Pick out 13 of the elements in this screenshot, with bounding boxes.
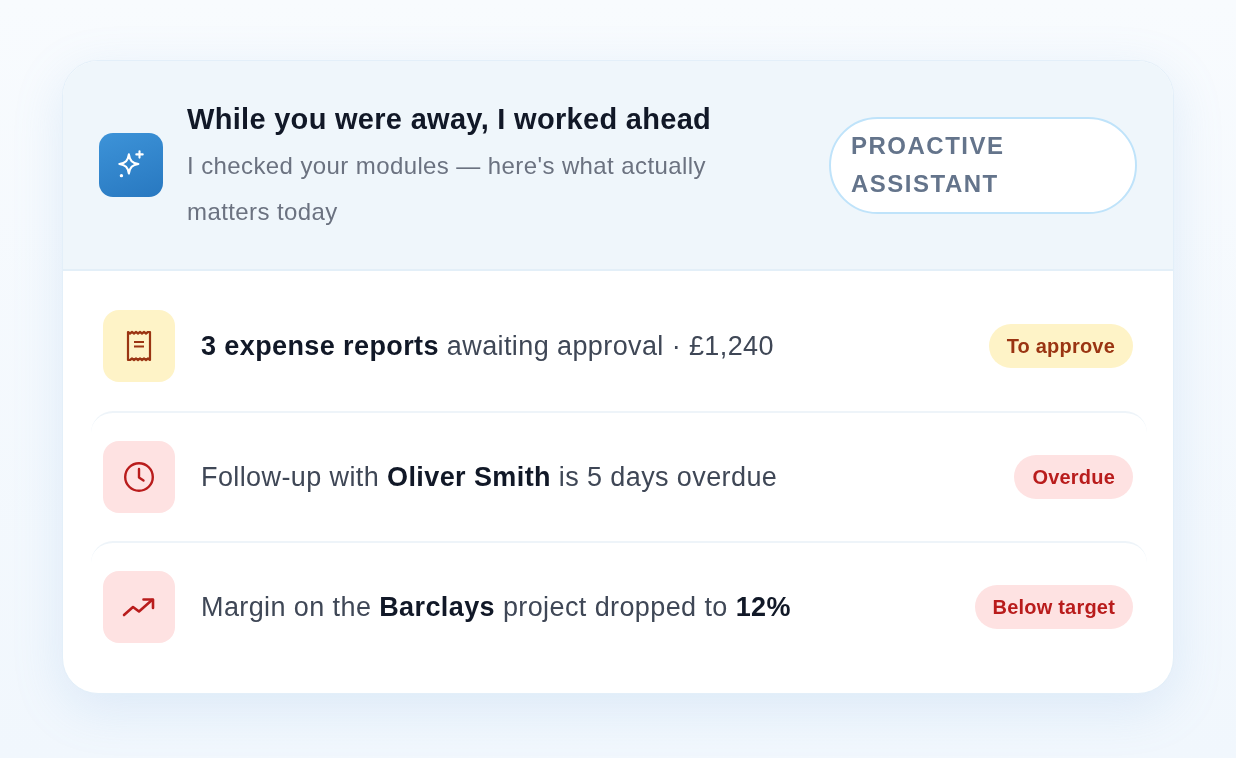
trend-up-icon bbox=[103, 571, 175, 643]
item-text: 3 expense reports awaiting approval · £1,240 bbox=[201, 330, 775, 362]
panel-subtitle: I checked your modules — here's what actually matters today bbox=[187, 151, 707, 227]
status-tag: Overdue bbox=[1014, 455, 1133, 499]
receipt-icon bbox=[103, 310, 175, 382]
status-tag: To approve bbox=[988, 324, 1133, 368]
sparkle-icon bbox=[99, 133, 163, 197]
panel-title: While you were away, I worked ahead bbox=[187, 102, 713, 137]
clock-icon bbox=[103, 441, 175, 513]
item-text: Follow-up with Oliver Smith is 5 days overdue bbox=[201, 461, 779, 493]
item-text: Margin on the Barclays project dropped to 12% bbox=[201, 591, 792, 623]
status-tag: Below target bbox=[974, 585, 1133, 629]
assistant-label: PROACTIVE ASSISTANT bbox=[829, 116, 1137, 214]
